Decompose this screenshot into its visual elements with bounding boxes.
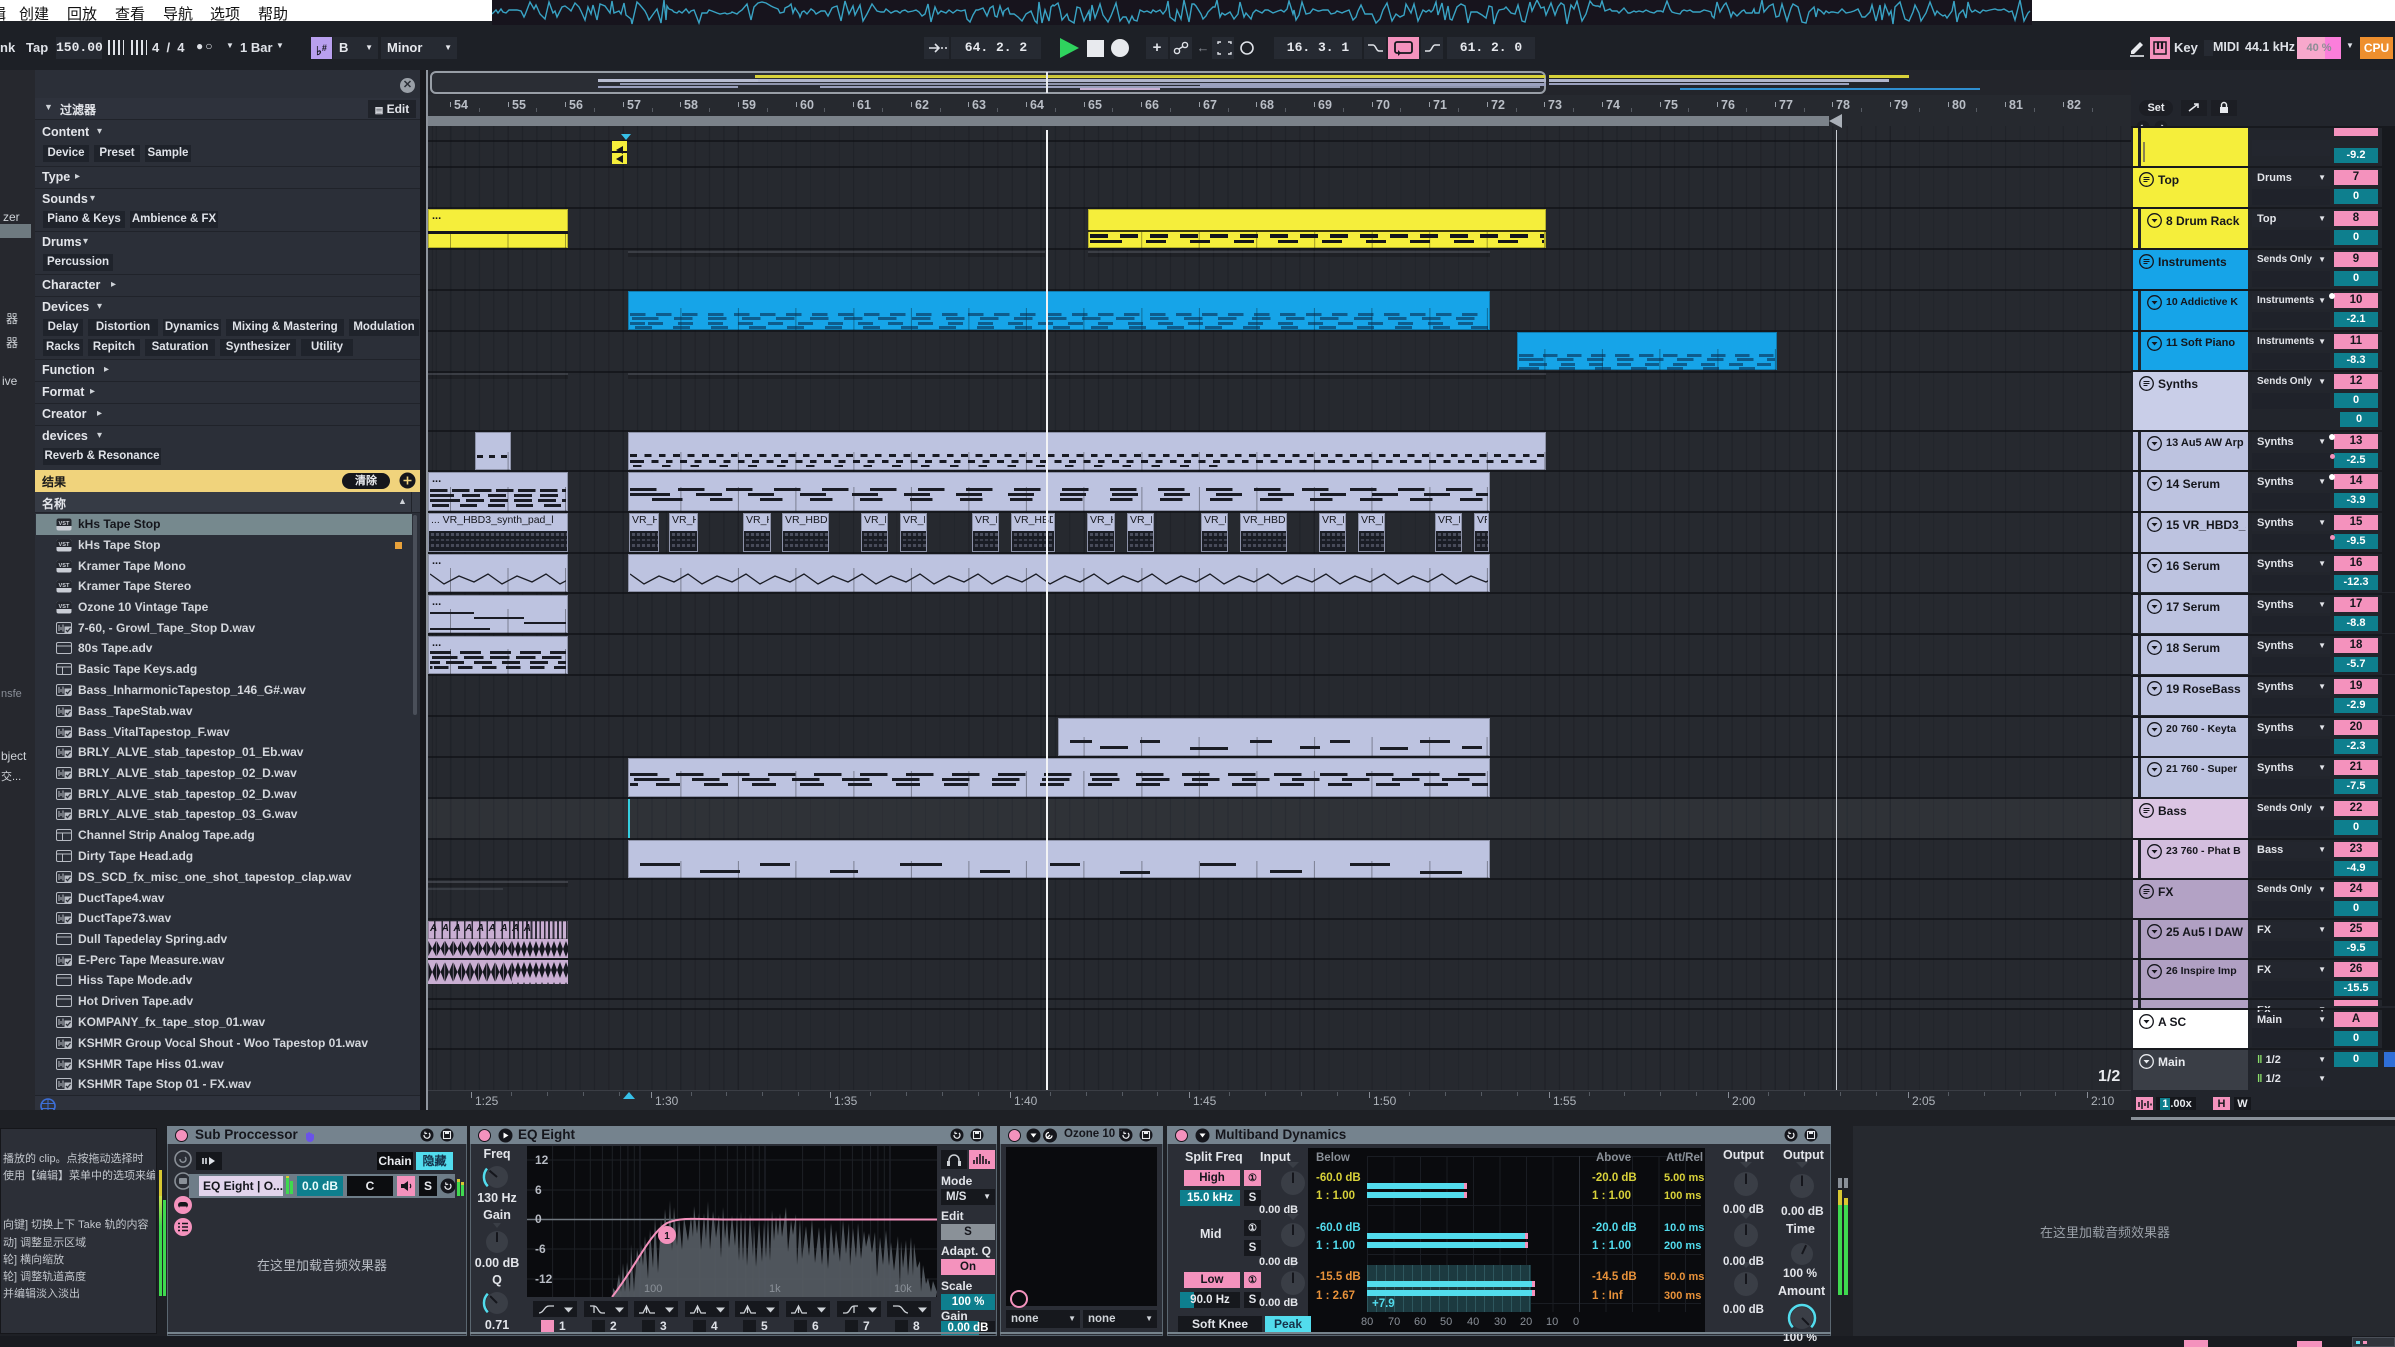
svg-text:1k: 1k bbox=[769, 1283, 781, 1295]
svg-text:0.71: 0.71 bbox=[485, 1318, 509, 1332]
svg-text:0: 0 bbox=[535, 1212, 542, 1226]
svg-text:0.00 dB: 0.00 dB bbox=[475, 1256, 519, 1270]
svg-text:VST: VST bbox=[59, 583, 70, 589]
svg-text:VST: VST bbox=[59, 542, 70, 548]
svg-text:6: 6 bbox=[535, 1183, 542, 1197]
svg-text:10k: 10k bbox=[894, 1283, 912, 1295]
svg-text:1: 1 bbox=[664, 1231, 670, 1242]
svg-text:-12: -12 bbox=[535, 1272, 553, 1286]
svg-text:VST: VST bbox=[59, 604, 70, 610]
svg-text:VST: VST bbox=[59, 521, 70, 527]
svg-text:12: 12 bbox=[535, 1153, 549, 1167]
svg-text:-6: -6 bbox=[535, 1242, 546, 1256]
svg-text:130 Hz: 130 Hz bbox=[477, 1191, 517, 1205]
svg-text:Gain: Gain bbox=[483, 1208, 511, 1222]
svg-text:100: 100 bbox=[644, 1283, 662, 1295]
svg-text:Q: Q bbox=[492, 1273, 502, 1287]
svg-text:VST: VST bbox=[59, 563, 70, 569]
svg-text:Freq: Freq bbox=[483, 1147, 510, 1161]
